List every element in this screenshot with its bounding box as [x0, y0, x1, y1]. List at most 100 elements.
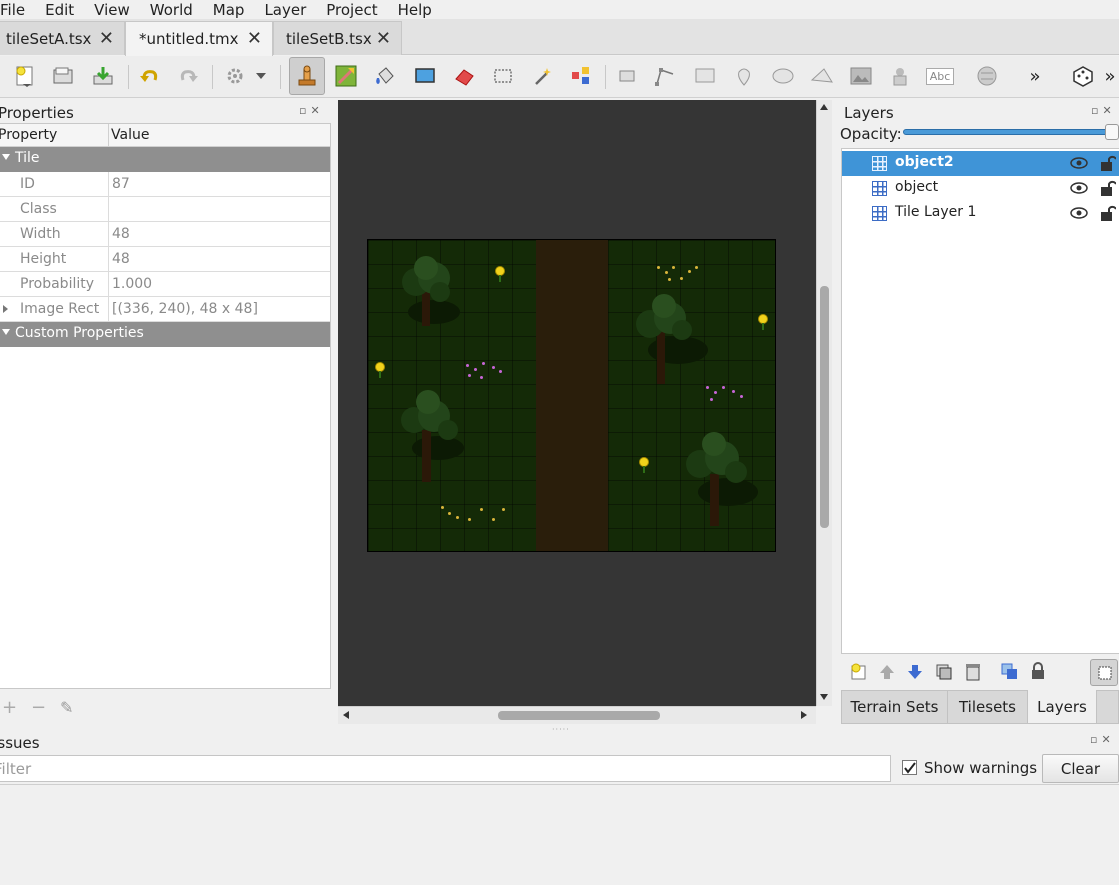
- chevron-down-icon[interactable]: [250, 61, 272, 91]
- eraser-icon[interactable]: [449, 61, 479, 91]
- unlock-icon[interactable]: [1100, 204, 1116, 222]
- menu-layer[interactable]: Layer: [264, 2, 306, 18]
- menu-file[interactable]: File: [0, 2, 25, 18]
- unlock-icon[interactable]: [1100, 154, 1116, 172]
- tab-untitled[interactable]: *untitled.tmx ✕: [125, 21, 273, 56]
- toolbar-overflow-icon-2[interactable]: »: [1100, 61, 1119, 91]
- menu-help[interactable]: Help: [398, 2, 432, 18]
- select-same-tile-icon[interactable]: [566, 61, 596, 91]
- clear-button[interactable]: Clear: [1042, 754, 1119, 783]
- duplicate-layer-icon[interactable]: [935, 663, 953, 681]
- terrain-brush-icon[interactable]: [331, 61, 361, 91]
- remove-property-icon[interactable]: −: [31, 697, 46, 718]
- splitter[interactable]: ·····: [0, 724, 1119, 734]
- visibility-eye-icon[interactable]: [1070, 157, 1088, 169]
- menu-view[interactable]: View: [94, 2, 130, 18]
- layers-list[interactable]: object2 object Tile Layer 1: [841, 148, 1119, 654]
- close-icon[interactable]: ✕: [376, 28, 391, 49]
- horizontal-scroll-thumb[interactable]: [498, 711, 660, 720]
- main-toolbar: Abc » »: [0, 56, 1119, 98]
- commands-icon[interactable]: [222, 61, 252, 91]
- property-row[interactable]: Width 48: [0, 222, 330, 247]
- show-warnings-checkbox[interactable]: [902, 760, 917, 775]
- edit-polygons-icon[interactable]: [650, 61, 680, 91]
- properties-table[interactable]: Property Value Tile ID 87 Class Width 48…: [0, 123, 331, 689]
- tab-layers[interactable]: Layers: [1027, 690, 1097, 724]
- menu-project[interactable]: Project: [326, 2, 377, 18]
- new-map-icon[interactable]: [10, 61, 40, 91]
- property-row[interactable]: Probability 1.000: [0, 272, 330, 297]
- vertical-scrollbar[interactable]: [816, 100, 832, 706]
- raise-layer-icon[interactable]: [878, 663, 896, 681]
- menu-map[interactable]: Map: [213, 2, 245, 18]
- layer-row[interactable]: object2: [842, 151, 1119, 176]
- group-tile[interactable]: Tile: [0, 147, 330, 172]
- unlock-icon[interactable]: [1100, 179, 1116, 197]
- visibility-eye-icon[interactable]: [1070, 207, 1088, 219]
- select-objects-icon[interactable]: [612, 61, 642, 91]
- shape-fill-icon[interactable]: [410, 61, 440, 91]
- scroll-right-icon[interactable]: [801, 711, 807, 719]
- insert-polygon-icon[interactable]: [807, 61, 837, 91]
- layer-row[interactable]: object: [842, 176, 1119, 201]
- menu-world[interactable]: World: [150, 2, 193, 18]
- random-mode-icon[interactable]: [1068, 61, 1098, 91]
- scroll-left-icon[interactable]: [343, 711, 349, 719]
- opacity-slider-handle[interactable]: [1105, 124, 1119, 140]
- close-icon[interactable]: ✕: [247, 28, 262, 49]
- stamp-brush-icon[interactable]: [289, 57, 325, 95]
- tab-label: *untitled.tmx: [139, 30, 239, 48]
- tab-tilesetB[interactable]: tileSetB.tsx ✕: [273, 21, 402, 55]
- tile-map[interactable]: [367, 239, 776, 552]
- lock-icon[interactable]: [1030, 661, 1046, 681]
- tab-tilesetA[interactable]: tileSetA.tsx ✕: [0, 21, 125, 55]
- tab-overflow[interactable]: [1096, 690, 1119, 724]
- property-row[interactable]: Height 48: [0, 247, 330, 272]
- scroll-up-icon[interactable]: [820, 104, 828, 110]
- dock-float-close-icon[interactable]: ▫✕: [1091, 104, 1116, 117]
- issues-list[interactable]: [0, 784, 1119, 885]
- tab-terrain-sets[interactable]: Terrain Sets: [841, 690, 948, 724]
- rect-select-icon[interactable]: [488, 61, 518, 91]
- world-tool-icon[interactable]: [972, 61, 1002, 91]
- scroll-down-icon[interactable]: [820, 694, 828, 700]
- highlight-layer-button[interactable]: [1090, 659, 1118, 686]
- insert-ellipse-icon[interactable]: [768, 61, 798, 91]
- toolbar-overflow-icon[interactable]: »: [1025, 61, 1045, 91]
- expand-right-icon[interactable]: [3, 305, 8, 313]
- horizontal-scrollbar[interactable]: [338, 706, 816, 724]
- save-icon[interactable]: [88, 61, 118, 91]
- dock-float-close-icon[interactable]: ▫✕: [1090, 733, 1115, 746]
- insert-tile-icon[interactable]: [846, 61, 876, 91]
- insert-text-icon[interactable]: Abc: [924, 61, 956, 91]
- magic-wand-icon[interactable]: [527, 61, 557, 91]
- col-value: Value: [111, 127, 150, 143]
- insert-rectangle-icon[interactable]: [690, 61, 720, 91]
- redo-icon[interactable]: [174, 61, 204, 91]
- issues-filter-input[interactable]: Filter: [0, 755, 891, 782]
- bucket-fill-icon[interactable]: [370, 61, 400, 91]
- property-row[interactable]: Image Rect [(336, 240), 48 x 48]: [0, 297, 330, 322]
- property-row[interactable]: ID 87: [0, 172, 330, 197]
- layer-name: object: [895, 179, 939, 195]
- open-icon[interactable]: [48, 61, 78, 91]
- insert-point-icon[interactable]: [729, 61, 759, 91]
- delete-layer-icon[interactable]: [964, 662, 982, 682]
- tab-tilesets[interactable]: Tilesets: [947, 690, 1028, 724]
- dock-float-close-icon[interactable]: ▫✕: [299, 104, 324, 117]
- opacity-slider[interactable]: [903, 129, 1119, 135]
- group-custom-properties[interactable]: Custom Properties: [0, 322, 330, 347]
- property-row[interactable]: Class: [0, 197, 330, 222]
- show-hide-others-icon[interactable]: [1001, 663, 1019, 681]
- visibility-eye-icon[interactable]: [1070, 182, 1088, 194]
- add-property-icon[interactable]: +: [2, 697, 17, 718]
- new-layer-icon[interactable]: [850, 662, 870, 682]
- undo-icon[interactable]: [134, 61, 164, 91]
- lower-layer-icon[interactable]: [906, 663, 924, 681]
- insert-template-icon[interactable]: [885, 61, 915, 91]
- edit-property-icon[interactable]: ✎: [60, 698, 73, 717]
- close-icon[interactable]: ✕: [99, 28, 114, 49]
- layer-row[interactable]: Tile Layer 1: [842, 201, 1119, 226]
- menu-edit[interactable]: Edit: [45, 2, 74, 18]
- vertical-scroll-thumb[interactable]: [820, 286, 829, 528]
